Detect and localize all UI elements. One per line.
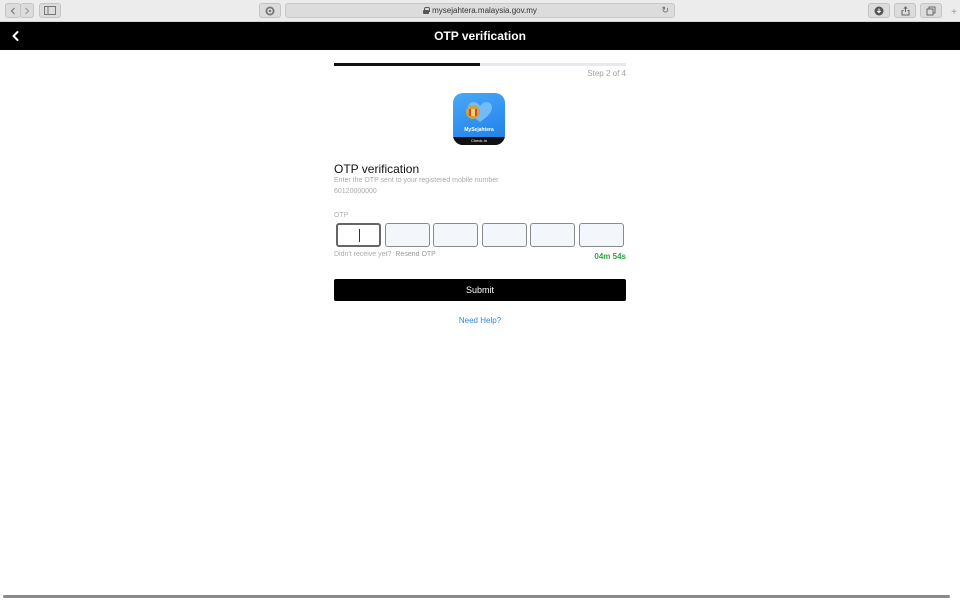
otp-digit-2[interactable] (385, 223, 430, 247)
reload-icon[interactable]: ↻ (661, 5, 669, 16)
app-icon-footer: Check-In (453, 137, 505, 145)
submit-button[interactable]: Submit (334, 279, 626, 301)
need-help-link[interactable]: Need Help? (334, 316, 626, 325)
progress-fill (334, 63, 480, 66)
new-tab-icon[interactable]: + (951, 7, 957, 18)
url-text: mysejahtera.malaysia.gov.my (432, 6, 537, 15)
otp-digit-4[interactable] (482, 223, 527, 247)
sidebar-icon (44, 6, 56, 15)
countdown-timer: 04m 54s (594, 252, 626, 261)
app-name: MySejahtera (464, 127, 494, 133)
share-button[interactable] (894, 3, 916, 18)
form-title: OTP verification (334, 162, 420, 176)
browser-forward-button[interactable] (20, 3, 34, 18)
otp-digit-5[interactable] (530, 223, 575, 247)
app-logo: MySejahtera Check-In (453, 93, 505, 145)
text-caret (359, 229, 360, 242)
browser-toolbar: mysejahtera.malaysia.gov.my ↻ + (0, 0, 960, 22)
crest-icon (466, 105, 480, 119)
address-bar[interactable]: mysejahtera.malaysia.gov.my ↻ (285, 3, 675, 18)
otp-digit-6[interactable] (579, 223, 624, 247)
phone-number: 60120000000 (334, 188, 377, 195)
otp-label: OTP (334, 212, 349, 219)
back-button[interactable] (9, 29, 23, 43)
back-arrow-icon (12, 31, 19, 41)
chevron-left-icon (10, 7, 15, 14)
progress-bar (334, 63, 626, 66)
lock-icon (423, 7, 431, 14)
tabs-icon (926, 6, 936, 15)
resend-prompt: Didn't receive yet? (334, 251, 392, 258)
tabs-button[interactable] (920, 3, 942, 18)
chevron-right-icon (25, 7, 30, 14)
share-icon (901, 5, 909, 15)
app-header: OTP verification (0, 22, 960, 50)
browser-back-button[interactable] (5, 3, 21, 18)
resend-row: Didn't receive yet? Resend OTP (334, 251, 436, 258)
otp-digit-1[interactable] (336, 223, 381, 247)
form-description: Enter the OTP sent to your registered mo… (334, 177, 499, 184)
step-indicator: Step 2 of 4 (587, 69, 626, 78)
resend-otp-link[interactable]: Resend OTP (395, 251, 435, 258)
page-title: OTP verification (434, 29, 526, 43)
horizontal-scrollbar[interactable] (3, 595, 950, 598)
download-icon (874, 6, 884, 15)
otp-digit-3[interactable] (433, 223, 478, 247)
downloads-button[interactable] (868, 3, 890, 18)
sidebar-toggle-button[interactable] (39, 3, 61, 18)
extension-button[interactable] (259, 3, 281, 18)
extension-icon (265, 6, 275, 15)
